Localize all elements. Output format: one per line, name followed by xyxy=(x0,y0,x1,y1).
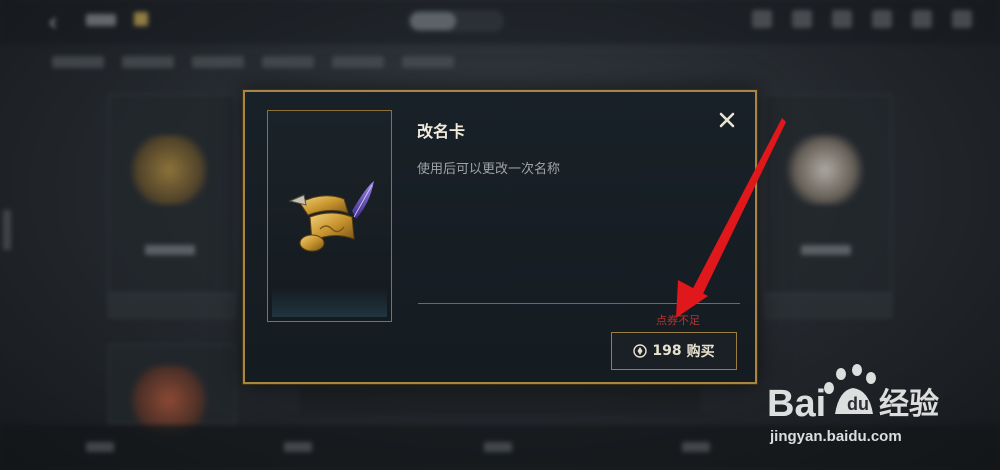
rename-card-scroll-icon xyxy=(288,181,374,252)
notice-strip xyxy=(300,388,700,414)
top-title-blurred xyxy=(86,14,116,26)
segment-switch xyxy=(408,10,504,32)
store-card xyxy=(764,94,892,318)
menu-icon xyxy=(952,10,972,28)
filter-item xyxy=(402,56,454,68)
svg-text:经验: 经验 xyxy=(879,387,939,422)
svg-text:du: du xyxy=(847,394,869,414)
card-art xyxy=(785,135,865,205)
filter-item xyxy=(192,56,244,68)
close-icon[interactable] xyxy=(717,110,737,130)
filter-item xyxy=(122,56,174,68)
mail-icon xyxy=(912,10,932,28)
filter-item xyxy=(52,56,104,68)
back-arrow-icon: ‹ xyxy=(48,8,58,36)
watermark-url: jingyan.baidu.com xyxy=(770,428,902,445)
baidu-jingyan-watermark: Bai du 经验 xyxy=(767,364,939,425)
currency-icon xyxy=(752,10,772,28)
buy-button[interactable]: 198 购买 xyxy=(611,332,737,370)
plus-icon xyxy=(832,10,852,28)
divider xyxy=(418,303,740,304)
badge-icon xyxy=(134,12,148,26)
item-description: 使用后可以更改一次名称 xyxy=(417,162,561,177)
bag-icon xyxy=(792,10,812,28)
price-value: 198 xyxy=(652,343,682,359)
filter-bar xyxy=(52,56,454,68)
filter-item xyxy=(262,56,314,68)
top-bar: ‹ xyxy=(0,0,1000,44)
insufficient-coupons-warning: 点券不足 xyxy=(656,314,700,327)
store-card xyxy=(108,94,236,318)
card-art xyxy=(129,135,209,205)
store-card xyxy=(108,344,236,435)
settings-icon xyxy=(872,10,892,28)
item-preview-frame xyxy=(267,110,392,322)
svg-text:Bai: Bai xyxy=(767,383,826,425)
item-title: 改名卡 xyxy=(417,122,466,141)
filter-item xyxy=(332,56,384,68)
top-icon-group xyxy=(752,10,972,28)
coupon-coin-icon xyxy=(633,344,648,358)
buy-label: 购买 xyxy=(686,344,715,360)
purchase-dialog: 改名卡 使用后可以更改一次名称 点券不足 198 购买 xyxy=(243,90,757,384)
